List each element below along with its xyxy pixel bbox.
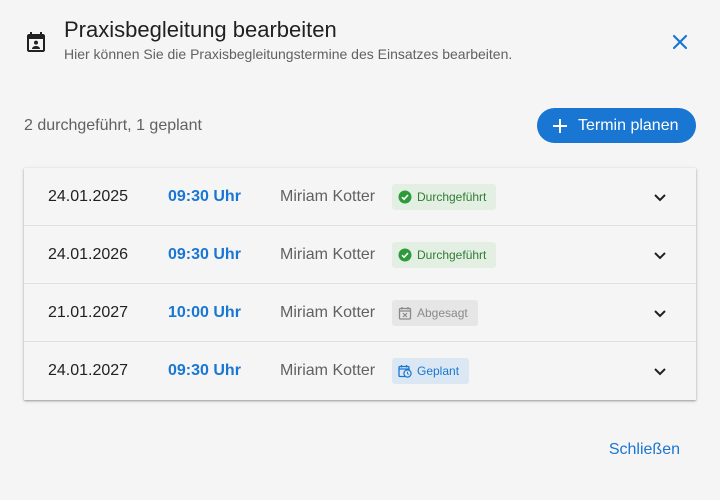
appointment-time: 09:30 Uhr bbox=[168, 362, 241, 379]
check-circle-icon bbox=[398, 248, 412, 262]
check-circle-icon bbox=[398, 190, 412, 204]
appointment-time: 09:30 Uhr bbox=[168, 188, 241, 205]
close-button[interactable]: Schließen bbox=[609, 440, 680, 460]
status-badge: Abgesagt bbox=[392, 300, 478, 326]
calendar-clock-icon bbox=[398, 365, 412, 378]
calendar-person-icon bbox=[27, 32, 45, 52]
appointment-person: Miriam Kotter bbox=[280, 246, 376, 263]
appointment-date: 24.01.2026 bbox=[48, 246, 129, 263]
calendar-cancel-icon bbox=[398, 307, 412, 320]
status-label: Abgesagt bbox=[417, 306, 468, 320]
appointment-row[interactable]: 24.01.2025 09:30 Uhr Miriam Kotter Durch… bbox=[24, 168, 696, 226]
appointment-date: 24.01.2027 bbox=[48, 362, 129, 379]
appointment-time: 10:00 Uhr bbox=[168, 304, 241, 321]
chevron-down-icon[interactable] bbox=[648, 359, 672, 383]
chevron-down-icon[interactable] bbox=[648, 301, 672, 325]
plan-appointment-label: Termin planen bbox=[578, 116, 679, 134]
status-label: Durchgeführt bbox=[417, 190, 487, 204]
appointment-person: Miriam Kotter bbox=[280, 304, 376, 321]
appointment-list: 24.01.2025 09:30 Uhr Miriam Kotter Durch… bbox=[24, 168, 696, 400]
appointment-person: Miriam Kotter bbox=[280, 188, 376, 205]
dialog-title: Praxisbegleitung bearbeiten bbox=[64, 17, 337, 42]
appointment-date: 24.01.2025 bbox=[48, 188, 129, 205]
status-badge: Durchgeführt bbox=[392, 184, 497, 210]
status-label: Durchgeführt bbox=[417, 248, 487, 262]
appointment-date: 21.01.2027 bbox=[48, 304, 129, 321]
dialog-subtitle: Hier können Sie die Praxisbegleitungster… bbox=[64, 46, 513, 62]
status-label: Geplant bbox=[417, 364, 460, 378]
appointment-row[interactable]: 24.01.2027 09:30 Uhr Miriam Kotter Gepla… bbox=[24, 342, 696, 400]
appointment-row[interactable]: 24.01.2026 09:30 Uhr Miriam Kotter Durch… bbox=[24, 226, 696, 284]
chevron-down-icon[interactable] bbox=[648, 185, 672, 209]
close-icon[interactable] bbox=[668, 30, 692, 54]
edit-dialog: Praxisbegleitung bearbeiten Hier können … bbox=[0, 0, 720, 500]
appointment-time: 09:30 Uhr bbox=[168, 246, 241, 263]
dialog-header: Praxisbegleitung bearbeiten Hier können … bbox=[24, 16, 696, 76]
status-badge: Geplant bbox=[392, 358, 470, 384]
appointment-summary: 2 durchgeführt, 1 geplant bbox=[24, 117, 202, 134]
appointment-person: Miriam Kotter bbox=[280, 362, 376, 379]
plan-appointment-button[interactable]: Termin planen bbox=[537, 108, 696, 143]
chevron-down-icon[interactable] bbox=[648, 243, 672, 267]
appointment-row[interactable]: 21.01.2027 10:00 Uhr Miriam Kotter Abges… bbox=[24, 284, 696, 342]
plus-icon bbox=[553, 118, 567, 133]
status-badge: Durchgeführt bbox=[392, 242, 497, 268]
